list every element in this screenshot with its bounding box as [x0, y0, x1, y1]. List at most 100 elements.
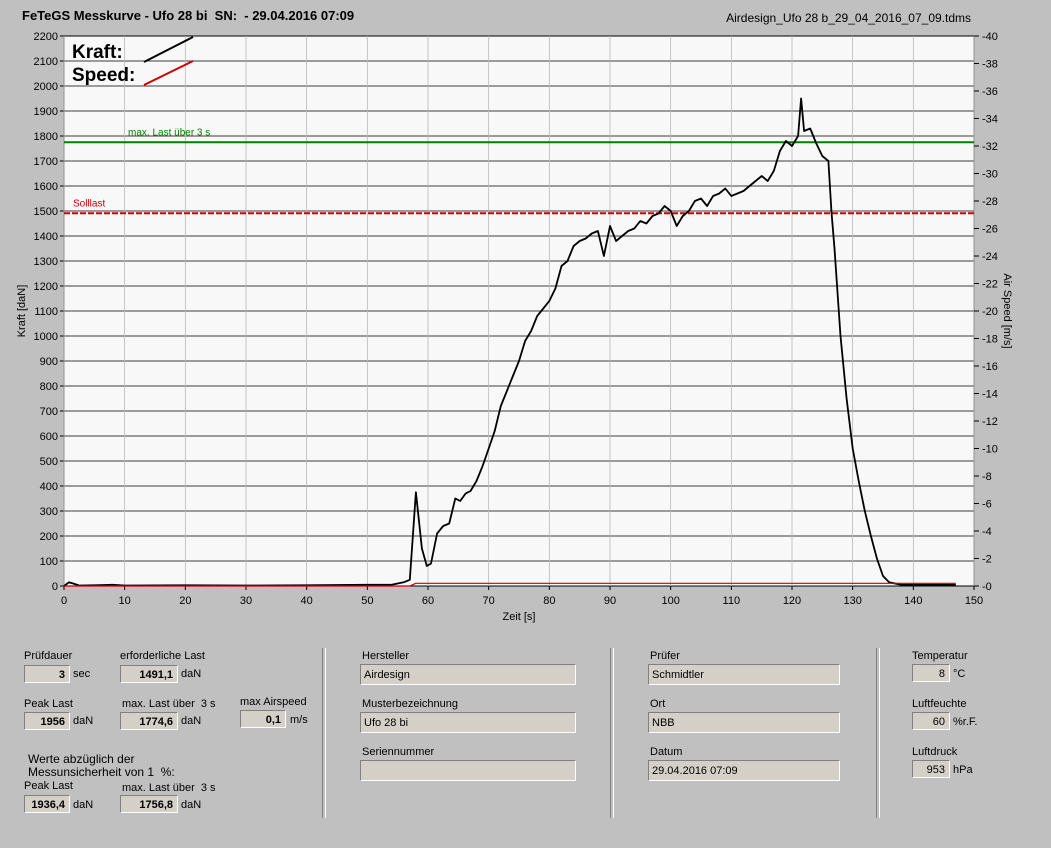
- druck-label: Luftdruck: [912, 746, 958, 758]
- x-tick-label: 150: [965, 595, 983, 607]
- y2-tick-label: -26: [982, 224, 998, 236]
- datum-label: Datum: [650, 746, 683, 758]
- y-tick-label: 200: [40, 531, 58, 543]
- pruefer-label: Prüfer: [650, 650, 680, 662]
- muster-label: Musterbezeichnung: [362, 698, 459, 710]
- y2-tick-label: -22: [982, 279, 998, 291]
- y-tick-label: 1000: [34, 331, 58, 343]
- ort-field: NBB: [648, 712, 840, 733]
- legend-label: Speed:: [72, 65, 135, 86]
- peak-field: 1956: [24, 712, 70, 730]
- x-tick-label: 0: [61, 595, 67, 607]
- pruefdauer-field: 3: [24, 665, 70, 683]
- y2-tick-label: -0: [982, 581, 992, 593]
- erf-last-label: erforderliche Last: [120, 650, 205, 662]
- erf-last-unit: daN: [181, 668, 202, 680]
- y2-tick-label: -18: [982, 334, 998, 346]
- y-tick-label: 2000: [34, 81, 58, 93]
- y2-tick-label: -6: [982, 499, 992, 511]
- y-tick-label: 1300: [34, 256, 58, 268]
- x-tick-label: 100: [661, 595, 679, 607]
- y2-tick-label: -8: [982, 471, 992, 483]
- datum-field: 29.04.2016 07:09: [648, 760, 840, 781]
- force-chart: 0100200300400500600700800900100011001200…: [16, 31, 1013, 623]
- max-last-label: max. Last über 3 s: [122, 698, 216, 710]
- y2-tick-label: -12: [982, 416, 998, 428]
- x-tick-label: 120: [783, 595, 801, 607]
- y2-tick-label: -2: [982, 554, 992, 566]
- x-tick-label: 130: [843, 595, 861, 607]
- y-tick-label: 0: [52, 581, 58, 593]
- peak2-unit: daN: [73, 799, 94, 811]
- y2-tick-label: -34: [982, 114, 998, 126]
- y2-tick-label: -38: [982, 59, 998, 71]
- reference-line-label: max. Last über 3 s: [128, 127, 210, 138]
- max-last-unit: daN: [181, 715, 202, 727]
- x-tick-label: 110: [723, 595, 741, 607]
- y-tick-label: 1800: [34, 131, 58, 143]
- max-last2-unit: daN: [181, 799, 202, 811]
- y-tick-label: 1100: [34, 306, 58, 318]
- ort-label: Ort: [650, 698, 666, 710]
- x-tick-label: 50: [361, 595, 373, 607]
- druck-field: 953: [912, 760, 950, 778]
- y-tick-label: 2200: [34, 31, 58, 43]
- feuchte-unit: %r.F.: [953, 716, 978, 728]
- x-tick-label: 70: [483, 595, 495, 607]
- x-tick-label: 140: [904, 595, 922, 607]
- separator: [610, 648, 614, 818]
- airspeed-field: 0,1: [240, 710, 286, 728]
- max-last2-field: 1756,8: [120, 795, 178, 813]
- hersteller-label: Hersteller: [362, 650, 410, 662]
- y-tick-label: 1900: [34, 106, 58, 118]
- x-tick-label: 30: [240, 595, 252, 607]
- y2-tick-label: -10: [982, 444, 998, 456]
- legend-label: Kraft:: [72, 42, 123, 63]
- y2-tick-label: -20: [982, 306, 998, 318]
- max-last2-label: max. Last über 3 s: [122, 782, 216, 794]
- y-tick-label: 1700: [34, 156, 58, 168]
- peak-label: Peak Last: [24, 698, 73, 710]
- y-tick-label: 400: [40, 481, 58, 493]
- y2-tick-label: -28: [982, 196, 998, 208]
- y2-tick-label: -32: [982, 141, 998, 153]
- y2-tick-label: -16: [982, 361, 998, 373]
- serie-label: Seriennummer: [362, 746, 435, 758]
- pruefdauer-label: Prüfdauer: [24, 650, 73, 662]
- x-tick-label: 40: [301, 595, 313, 607]
- feuchte-field: 60: [912, 712, 950, 730]
- y2-axis-label: Air Speed [m/s]: [1001, 273, 1013, 348]
- y-tick-label: 100: [40, 556, 58, 568]
- y2-tick-label: -14: [982, 389, 998, 401]
- y-tick-label: 300: [40, 506, 58, 518]
- airspeed-label: max Airspeed: [240, 696, 307, 708]
- x-tick-label: 90: [604, 595, 616, 607]
- separator: [322, 648, 326, 818]
- feuchte-label: Luftfeuchte: [912, 698, 967, 710]
- y-tick-label: 600: [40, 431, 58, 443]
- x-tick-label: 60: [422, 595, 434, 607]
- y-tick-label: 700: [40, 406, 58, 418]
- pruefer-field: Schmidtler: [648, 664, 840, 685]
- x-tick-label: 20: [179, 595, 191, 607]
- temp-unit: °C: [953, 668, 966, 680]
- y2-tick-label: -30: [982, 169, 998, 181]
- x-axis-label: Zeit [s]: [502, 611, 535, 623]
- y-tick-label: 1400: [34, 231, 58, 243]
- reference-line-label: Solllast: [73, 198, 105, 209]
- temp-label: Temperatur: [912, 650, 968, 662]
- y2-tick-label: -24: [982, 251, 998, 263]
- y-tick-label: 2100: [34, 56, 58, 68]
- peak-unit: daN: [73, 715, 94, 727]
- x-tick-label: 10: [119, 595, 131, 607]
- max-last-field: 1774,6: [120, 712, 178, 730]
- x-tick-label: 80: [543, 595, 555, 607]
- y-tick-label: 1500: [34, 206, 58, 218]
- y-tick-label: 800: [40, 381, 58, 393]
- y-tick-label: 1200: [34, 281, 58, 293]
- y2-tick-label: -36: [982, 86, 998, 98]
- y-axis-label: Kraft [daN]: [16, 285, 28, 338]
- hersteller-field: Airdesign: [360, 664, 576, 685]
- peak2-label: Peak Last: [24, 780, 73, 792]
- pruefdauer-unit: sec: [73, 668, 91, 680]
